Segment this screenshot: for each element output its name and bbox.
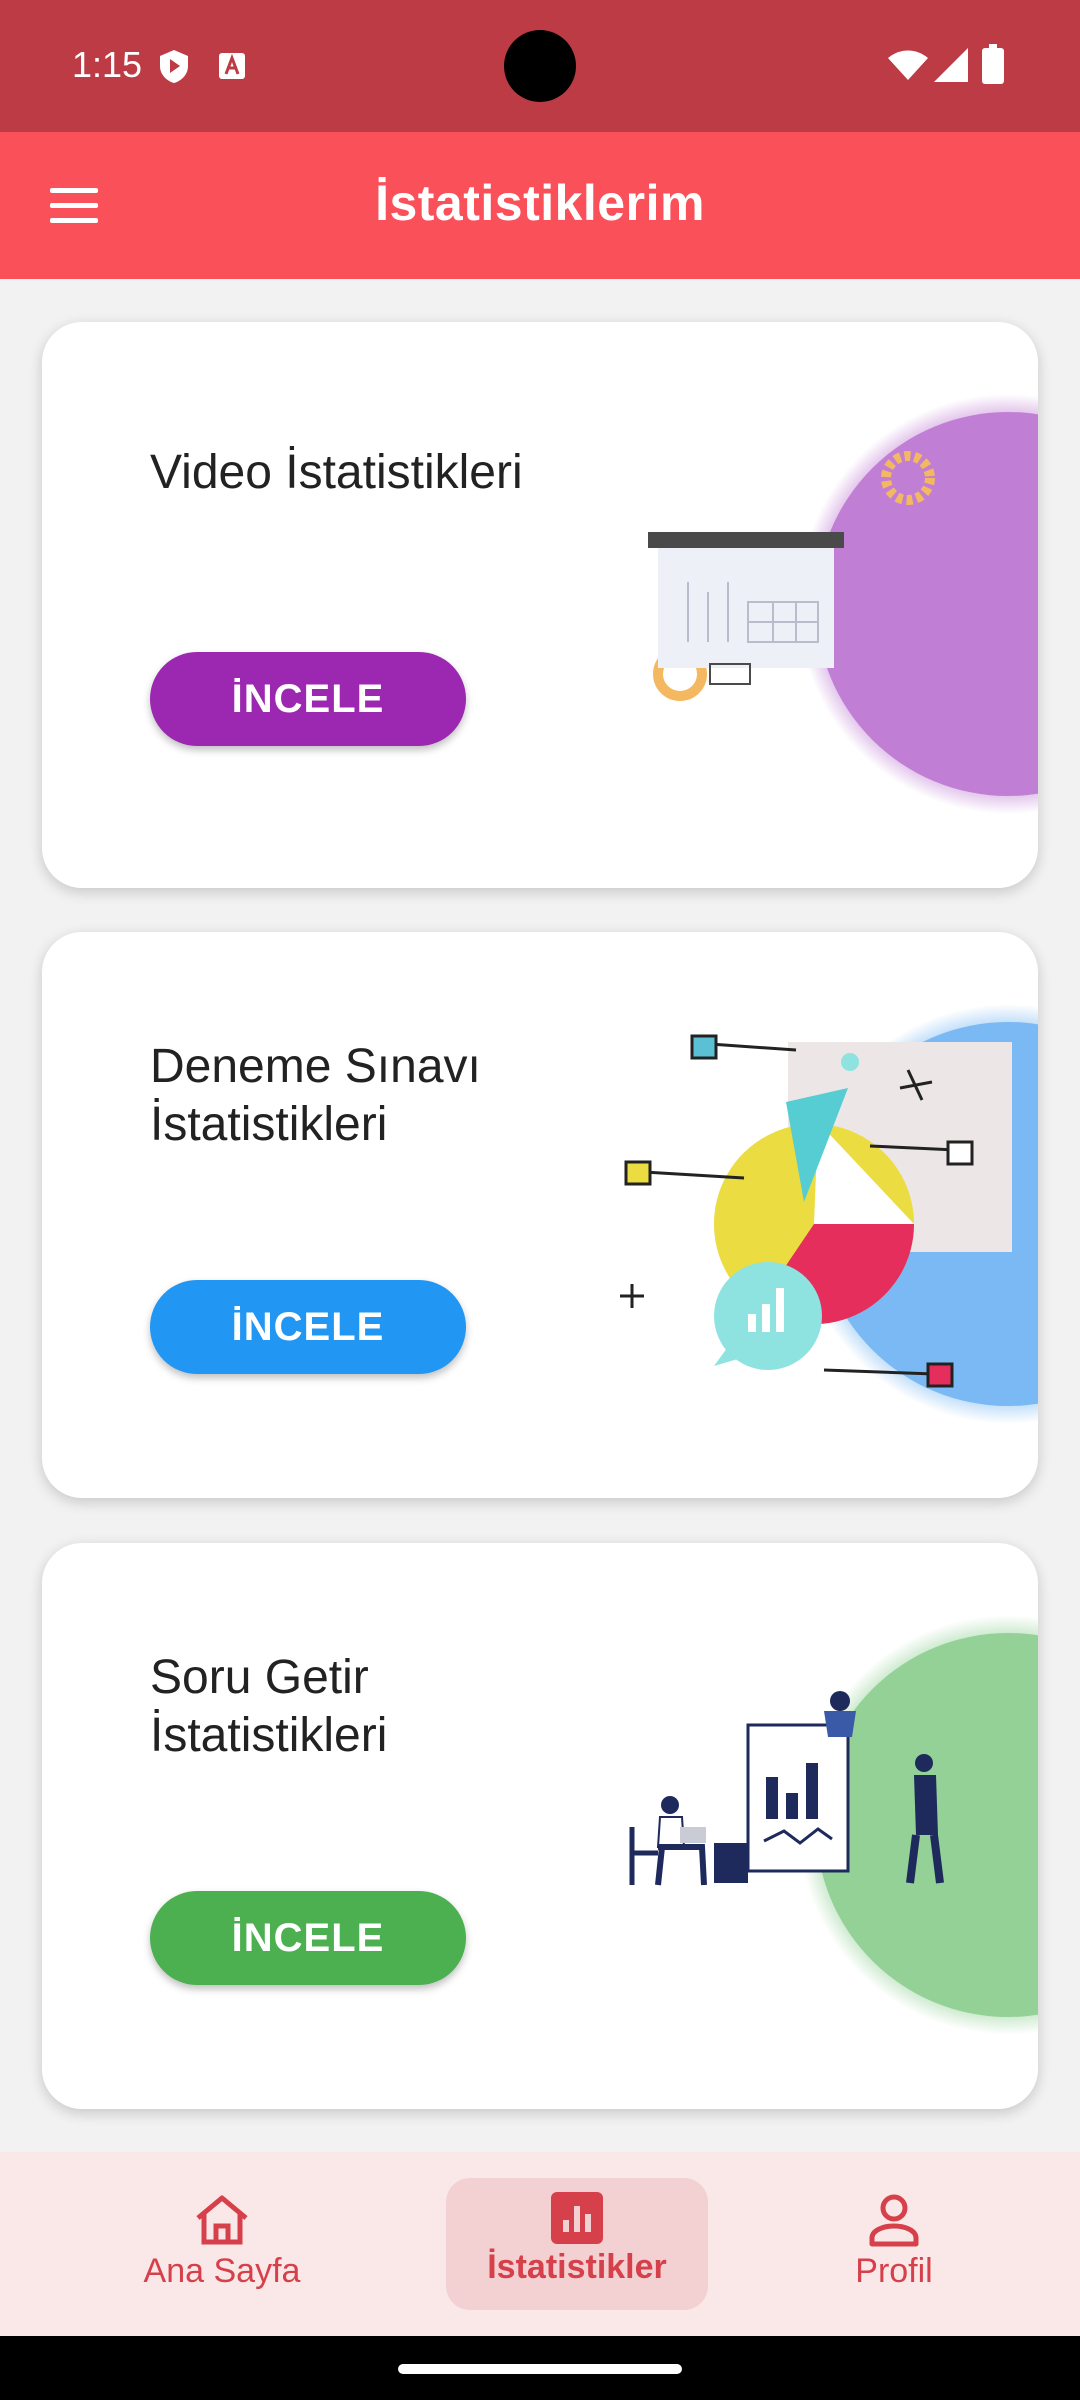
nav-label: Profil — [855, 2252, 933, 2290]
play-protect-icon — [158, 48, 190, 89]
card-title: Video İstatistikleri — [150, 446, 523, 499]
battery-icon — [982, 44, 1004, 89]
exam-stats-card: Deneme Sınavı İstatistikleri İNCELE — [42, 932, 1038, 1498]
text-a-icon — [218, 52, 246, 85]
video-stats-card: Video İstatistikleri İNCELE — [42, 322, 1038, 888]
video-inspect-button[interactable]: İNCELE — [150, 652, 466, 746]
exam-illustration — [618, 992, 1038, 1432]
question-stats-card: Soru Getir İstatistikleri İNCELE — [42, 1543, 1038, 2109]
app-bar: İstatistiklerim — [0, 132, 1080, 279]
status-time: 1:15 — [72, 44, 143, 85]
video-illustration — [618, 382, 1038, 822]
nav-item-statistics[interactable]: İstatistikler — [446, 2178, 708, 2310]
nav-item-profile[interactable]: Profil — [794, 2178, 994, 2310]
question-illustration — [618, 1603, 1038, 2043]
bottom-navigation: Ana Sayfa İstatistikler Profil — [0, 2152, 1080, 2336]
nav-label: İstatistikler — [487, 2248, 667, 2286]
nav-item-home[interactable]: Ana Sayfa — [112, 2178, 332, 2310]
page-title: İstatistiklerim — [375, 175, 705, 231]
home-gesture-handle[interactable] — [398, 2364, 682, 2374]
nav-label: Ana Sayfa — [143, 2252, 301, 2290]
signal-icon — [934, 48, 968, 87]
gesture-bar — [0, 2336, 1080, 2400]
question-inspect-button[interactable]: İNCELE — [150, 1891, 466, 1985]
card-title: Deneme Sınavı İstatistikleri — [150, 1040, 481, 1151]
person-icon — [866, 2192, 922, 2248]
camera-cutout — [504, 30, 576, 102]
exam-inspect-button[interactable]: İNCELE — [150, 1280, 466, 1374]
card-title: Soru Getir İstatistikleri — [150, 1651, 388, 1762]
home-icon — [192, 2192, 252, 2248]
status-bar: 1:15 — [0, 0, 1080, 132]
wifi-icon — [888, 50, 928, 87]
bar-chart-icon — [551, 2192, 603, 2244]
